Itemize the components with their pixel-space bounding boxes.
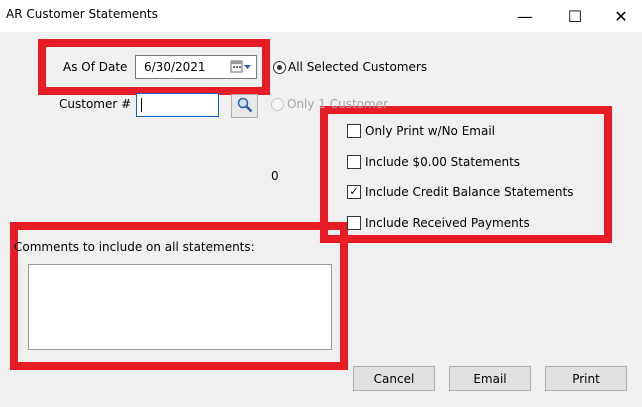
include-credit-balance-label: Include Credit Balance Statements (365, 185, 574, 199)
close-button[interactable]: ✕ (598, 0, 642, 32)
only-print-no-email-label: Only Print w/No Email (365, 124, 496, 138)
include-credit-balance-checkbox[interactable]: ✓ (347, 185, 361, 199)
one-customer-label: Only 1 Customer (287, 97, 389, 111)
all-customers-label: All Selected Customers (288, 60, 428, 74)
print-button[interactable]: Print (545, 366, 627, 391)
window-title: AR Customer Statements (6, 7, 158, 21)
comments-label: Comments to include on all statements: (14, 240, 255, 254)
include-zero-statements-label: Include $0.00 Statements (365, 155, 521, 169)
cancel-button[interactable]: Cancel (353, 366, 435, 391)
include-zero-statements-checkbox[interactable] (347, 155, 361, 169)
radio-selected-dot (277, 65, 282, 70)
all-customers-radio[interactable] (273, 61, 286, 74)
only-print-no-email-checkbox[interactable] (347, 124, 361, 138)
include-received-payments-checkbox[interactable] (347, 216, 361, 230)
title-bar: AR Customer Statements — ☐ ✕ (0, 0, 642, 32)
text-caret (141, 98, 142, 112)
one-customer-radio[interactable] (271, 98, 284, 111)
as-of-date-value: 6/30/2021 (144, 60, 206, 74)
customer-lookup-button[interactable] (231, 94, 258, 118)
selected-count: 0 (271, 169, 279, 183)
magnifier-icon (237, 97, 253, 116)
email-button[interactable]: Email (449, 366, 531, 391)
customer-number-label: Customer # (59, 97, 132, 111)
comments-textarea[interactable] (28, 264, 332, 350)
customer-number-input[interactable] (136, 93, 219, 117)
maximize-icon: ☐ (567, 6, 583, 26)
minimize-button[interactable]: — (502, 0, 548, 32)
maximize-button[interactable]: ☐ (552, 0, 598, 32)
minimize-icon: — (517, 6, 533, 26)
include-received-payments-label: Include Received Payments (365, 216, 530, 230)
as-of-date-label: As Of Date (63, 60, 128, 74)
calendar-dropdown-icon[interactable] (230, 60, 252, 74)
close-icon: ✕ (614, 6, 628, 26)
checkmark-icon: ✓ (349, 185, 359, 198)
as-of-date-field[interactable]: 6/30/2021 (135, 55, 257, 79)
